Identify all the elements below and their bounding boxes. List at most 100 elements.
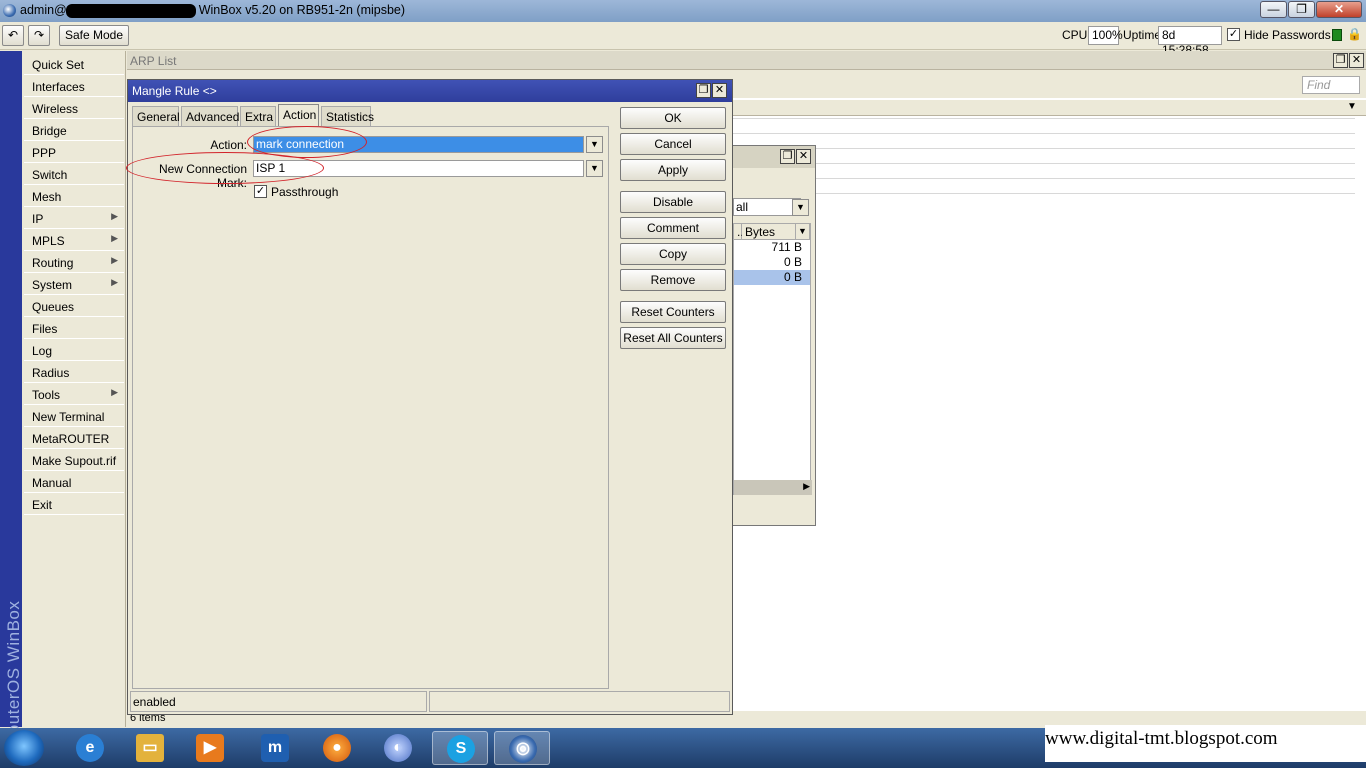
table-row[interactable]: 0 B	[734, 255, 810, 270]
side-brand-text: RouterOS WinBox	[4, 600, 23, 747]
sidebar-item-metarouter[interactable]: MetaROUTER	[24, 427, 124, 449]
action-label: Action:	[210, 138, 247, 152]
media-player-icon[interactable]: ▶	[182, 731, 238, 765]
firewall-maximize-icon[interactable]: ❐	[780, 149, 795, 164]
redo-icon[interactable]: ↷	[28, 25, 50, 46]
copy-button[interactable]: Copy	[620, 243, 726, 265]
submenu-arrow-icon: ▶	[111, 211, 118, 221]
close-button[interactable]: ✕	[1316, 1, 1362, 18]
firewall-filter-select[interactable]: all	[733, 198, 801, 216]
arp-row-separator	[727, 118, 1355, 119]
mangle-rule-title: Mangle Rule <>	[132, 84, 217, 98]
dialog-maximize-icon[interactable]: ❐	[696, 83, 711, 98]
sidebar-item-label: Tools	[32, 388, 61, 402]
sidebar-item-ppp[interactable]: PPP	[24, 141, 124, 163]
sidebar-item-label: PPP	[32, 146, 57, 160]
arp-row-separator	[727, 133, 1355, 134]
dialog-close-icon[interactable]: ✕	[712, 83, 727, 98]
sidebar-item-mpls[interactable]: MPLS ▶	[24, 229, 124, 251]
table-row[interactable]: 0 B	[734, 270, 810, 285]
chevron-down-icon[interactable]: ▼	[586, 160, 603, 177]
tab-advanced[interactable]: Advanced	[181, 106, 239, 126]
sidebar-item-label: IP	[32, 212, 44, 226]
ok-button[interactable]: OK	[620, 107, 726, 129]
chevron-down-icon[interactable]: ▼	[792, 199, 809, 216]
sidebar-item-exit[interactable]: Exit	[24, 493, 124, 515]
hide-passwords-checkbox[interactable]: ✓	[1227, 27, 1240, 42]
sidebar-item-tools[interactable]: Tools ▶	[24, 383, 124, 405]
internet-explorer-icon[interactable]: e	[62, 731, 118, 765]
firefox-icon[interactable]: ●	[309, 731, 365, 765]
globe-app-icon[interactable]: ◐	[370, 731, 426, 765]
tab-statistics[interactable]: Statistics	[321, 106, 374, 126]
sidebar-item-manual[interactable]: Manual	[24, 471, 124, 493]
sidebar-item-quick-set[interactable]: Quick Set	[24, 53, 124, 75]
sidebar-item-routing[interactable]: Routing ▶	[24, 251, 124, 273]
sidebar-item-label: MetaROUTER	[32, 432, 110, 446]
arp-find-input[interactable]: Find	[1302, 76, 1360, 94]
horizontal-scrollbar[interactable]: ▶	[734, 480, 812, 495]
column-header[interactable]: ..	[734, 224, 744, 240]
winbox-taskbar-icon[interactable]: ◎	[494, 731, 550, 765]
skype-icon[interactable]: S	[432, 731, 488, 765]
tab-general[interactable]: General	[132, 106, 180, 126]
sidebar-item-system[interactable]: System ▶	[24, 273, 124, 295]
maximize-button[interactable]: ❐	[1288, 1, 1315, 18]
sidebar-item-wireless[interactable]: Wireless	[24, 97, 124, 119]
sidebar-item-label: Queues	[32, 300, 75, 314]
remove-button[interactable]: Remove	[620, 269, 726, 291]
sidebar-item-make-supout-rif[interactable]: Make Supout.rif	[24, 449, 124, 471]
uptime-value: 8d 15:28:58	[1158, 26, 1222, 57]
submenu-arrow-icon: ▶	[111, 387, 118, 397]
disable-button[interactable]: Disable	[620, 191, 726, 213]
arp-maximize-icon[interactable]: ❐	[1333, 53, 1348, 68]
sidebar-item-files[interactable]: Files	[24, 317, 124, 339]
sidebar-item-bridge[interactable]: Bridge	[24, 119, 124, 141]
chevron-down-icon[interactable]: ▼	[586, 136, 603, 153]
side-brand-band: RouterOS WinBox	[0, 51, 23, 747]
arp-list-header: ARP List ❐ ✕	[127, 51, 1366, 70]
reset-counters-button[interactable]: Reset Counters	[620, 301, 726, 323]
sidebar-item-switch[interactable]: Switch	[24, 163, 124, 185]
column-header-bytes[interactable]: Bytes	[742, 224, 796, 240]
maxthon-icon[interactable]: m	[247, 731, 303, 765]
firewall-close-icon[interactable]: ✕	[796, 149, 811, 164]
arp-list-title: ARP List	[130, 54, 177, 68]
apply-button[interactable]: Apply	[620, 159, 726, 181]
window-titlebar: admin@2 WinBox v5.20 on RB951-2n (mipsbe)…	[0, 0, 1366, 22]
sidebar-item-label: Wireless	[32, 102, 79, 116]
arp-column-header: ▼	[727, 100, 1366, 116]
comment-button[interactable]: Comment	[620, 217, 726, 239]
lock-icon: 🔒	[1347, 27, 1362, 41]
start-button[interactable]	[4, 730, 44, 766]
tab-action[interactable]: Action	[278, 104, 319, 127]
cancel-button[interactable]: Cancel	[620, 133, 726, 155]
submenu-arrow-icon: ▶	[111, 255, 118, 265]
arp-close-icon[interactable]: ✕	[1349, 53, 1364, 68]
sidebar-item-log[interactable]: Log	[24, 339, 124, 361]
minimize-button[interactable]: —	[1260, 1, 1287, 18]
status-indicator-icon	[1332, 29, 1342, 41]
undo-icon[interactable]: ↶	[2, 25, 24, 46]
blog-watermark: www.digital-tmt.blogspot.com	[1045, 725, 1366, 762]
column-menu-icon[interactable]: ▼	[796, 224, 810, 240]
sidebar-item-new-terminal[interactable]: New Terminal	[24, 405, 124, 427]
scroll-right-icon[interactable]: ▶	[803, 481, 810, 492]
safe-mode-button[interactable]: Safe Mode	[59, 25, 129, 46]
file-explorer-icon[interactable]: ▭	[122, 731, 178, 765]
sidebar-item-label: MPLS	[32, 234, 65, 248]
sidebar-item-mesh[interactable]: Mesh	[24, 185, 124, 207]
firewall-table: .. Bytes ▼ 711 B 0 B 0 B ▶	[733, 223, 812, 495]
sidebar-item-interfaces[interactable]: Interfaces	[24, 75, 124, 97]
cpu-value: 100%	[1088, 26, 1123, 45]
sidebar-item-radius[interactable]: Radius	[24, 361, 124, 383]
sidebar-item-ip[interactable]: IP ▶	[24, 207, 124, 229]
action-tab-panel: Action: mark connection ▼ New Connection…	[132, 126, 609, 689]
passthrough-checkbox[interactable]: ✓	[254, 184, 267, 199]
tab-extra[interactable]: Extra	[240, 106, 276, 126]
sidebar-item-queues[interactable]: Queues	[24, 295, 124, 317]
reset-all-counters-button[interactable]: Reset All Counters	[620, 327, 726, 349]
table-row[interactable]: 711 B	[734, 240, 810, 255]
column-menu-icon[interactable]: ▼	[1347, 101, 1357, 112]
status-empty-cell	[429, 691, 730, 712]
